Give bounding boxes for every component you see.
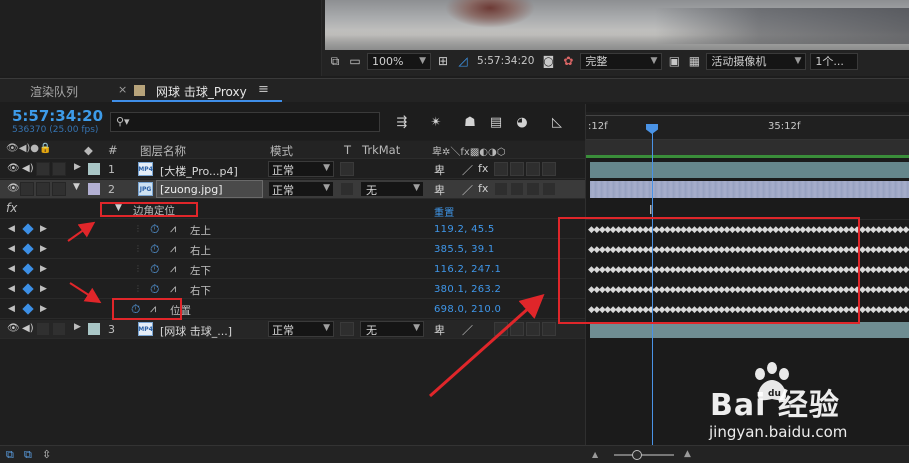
zoom-slider-track[interactable]: [614, 454, 674, 456]
zoom-in-icon[interactable]: ▲: [684, 449, 691, 459]
zoom-out-icon[interactable]: ▲: [592, 450, 598, 459]
timeline-footer: ⧉ ⧉ ⇳ ▲ ▲: [0, 445, 909, 463]
zoom-slider-thumb[interactable]: [632, 450, 642, 460]
annotation-arrow-keyframes: [429, 294, 545, 398]
annotation-arrow-effect: [67, 221, 96, 242]
modes-toggle-icon[interactable]: ⧉: [24, 448, 32, 462]
baidu-watermark-brand: Bai 经验: [710, 388, 840, 423]
in-out-toggle-icon[interactable]: ⇳: [42, 448, 51, 461]
annotation-arrow-position: [69, 282, 102, 304]
layer-switches-toggle-icon[interactable]: ⧉: [6, 448, 14, 462]
baidu-watermark-url: jingyan.baidu.com: [709, 423, 848, 441]
